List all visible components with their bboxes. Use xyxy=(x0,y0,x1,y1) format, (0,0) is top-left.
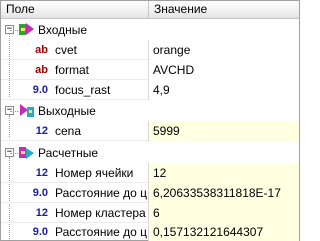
property-grid: Поле Значение − Входные ab cvet orange a… xyxy=(0,0,300,241)
property-row-focus-rast[interactable]: 9.0 focus_rast 4,9 xyxy=(1,80,299,100)
property-row-cvet[interactable]: ab cvet orange xyxy=(1,40,299,60)
float-type-icon: 9.0 xyxy=(32,84,48,96)
property-name: cvet xyxy=(55,43,78,57)
grid-header: Поле Значение xyxy=(1,1,299,19)
property-value[interactable]: AVCHD xyxy=(149,60,299,80)
float-type-icon: 9.0 xyxy=(32,187,48,199)
property-name: focus_rast xyxy=(55,83,111,97)
property-value[interactable]: 6,20633538311818E-17 xyxy=(149,183,299,203)
property-row-distance-1[interactable]: 9.0 Расстояние до ц... 6,20633538311818E… xyxy=(1,183,299,203)
string-type-icon: ab xyxy=(35,64,48,76)
input-group-icon xyxy=(19,23,34,35)
property-row-distance-2[interactable]: 9.0 Расстояние до ц... 0,157132121644307 xyxy=(1,222,299,241)
property-value[interactable]: 4,9 xyxy=(149,80,299,100)
property-row-format[interactable]: ab format AVCHD xyxy=(1,60,299,80)
column-header-name[interactable]: Поле xyxy=(1,1,149,19)
float-type-icon: 9.0 xyxy=(32,226,48,238)
property-row-cena[interactable]: 12 cena 5999 xyxy=(1,121,299,141)
integer-type-icon: 12 xyxy=(35,167,48,179)
property-value[interactable]: 0,157132121644307 xyxy=(149,222,299,241)
property-value[interactable]: orange xyxy=(149,40,299,60)
property-row-cluster-number[interactable]: 12 Номер кластера 6 xyxy=(1,203,299,223)
calc-group-icon xyxy=(19,147,34,159)
property-value[interactable]: 5999 xyxy=(149,121,299,141)
property-name: Расстояние до ц... xyxy=(55,225,148,239)
property-name: cena xyxy=(55,124,82,138)
property-name: Номер кластера xyxy=(55,206,146,220)
group-row-input[interactable]: − Входные xyxy=(1,20,299,40)
property-value[interactable]: 6 xyxy=(149,203,299,223)
property-name: Расстояние до ц... xyxy=(55,186,148,200)
integer-type-icon: 12 xyxy=(35,207,48,219)
string-type-icon: ab xyxy=(35,44,48,56)
group-label: Входные xyxy=(38,23,88,37)
group-row-calculated[interactable]: − Расчетные xyxy=(1,143,299,163)
group-row-output[interactable]: − Выходные xyxy=(1,101,299,121)
property-name: format xyxy=(55,63,90,77)
group-label: Расчетные xyxy=(38,146,99,160)
output-group-icon xyxy=(20,104,34,117)
integer-type-icon: 12 xyxy=(35,125,48,137)
column-header-value[interactable]: Значение xyxy=(149,1,299,19)
property-value[interactable]: 12 xyxy=(149,163,299,183)
property-row-cell-number[interactable]: 12 Номер ячейки 12 xyxy=(1,163,299,183)
group-label: Выходные xyxy=(38,104,96,118)
property-name: Номер ячейки xyxy=(55,166,134,180)
